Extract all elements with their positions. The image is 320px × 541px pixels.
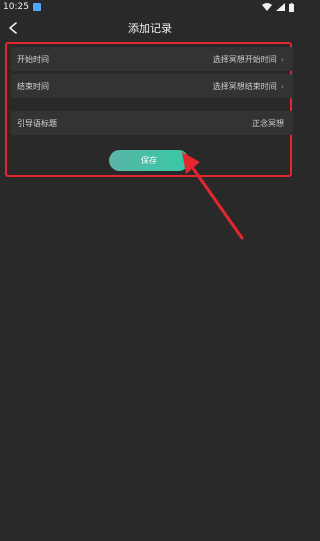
start-time-value: 选择冥想开始时间 (212, 54, 277, 64)
header-bar: 添加记录 (0, 14, 300, 42)
guide-title-value: 正念冥想 (252, 118, 284, 128)
guide-title-value-group: 正念冥想 (252, 118, 284, 129)
status-time: 10:25 (3, 2, 29, 12)
back-button[interactable] (2, 17, 24, 39)
guide-title-label: 引导语标题 (17, 118, 57, 128)
save-button[interactable]: 保存 (109, 150, 189, 171)
end-time-label: 结束时间 (17, 81, 49, 91)
guide-title-row[interactable]: 引导语标题 正念冥想 (11, 111, 293, 135)
status-left: 10:25 (3, 2, 41, 12)
start-time-label: 开始时间 (17, 54, 49, 64)
wifi-icon (262, 3, 272, 11)
chevron-right-icon: › (280, 81, 284, 91)
app-notification-icon (32, 3, 41, 11)
signal-icon (276, 3, 285, 11)
start-time-row[interactable]: 开始时间 选择冥想开始时间 › (11, 47, 293, 71)
chevron-right-icon: › (280, 54, 284, 64)
end-time-value: 选择冥想结束时间 (212, 81, 277, 91)
end-time-row[interactable]: 结束时间 选择冥想结束时间 › (11, 74, 293, 98)
start-time-value-group: 选择冥想开始时间 › (213, 54, 284, 65)
status-right (262, 2, 294, 12)
battery-icon (289, 2, 294, 12)
chevron-left-icon (9, 22, 17, 34)
end-time-value-group: 选择冥想结束时间 › (213, 81, 284, 92)
annotation-arrow-icon (182, 152, 244, 240)
status-bar: 10:25 (0, 0, 300, 14)
page-title: 添加记录 (128, 22, 172, 35)
